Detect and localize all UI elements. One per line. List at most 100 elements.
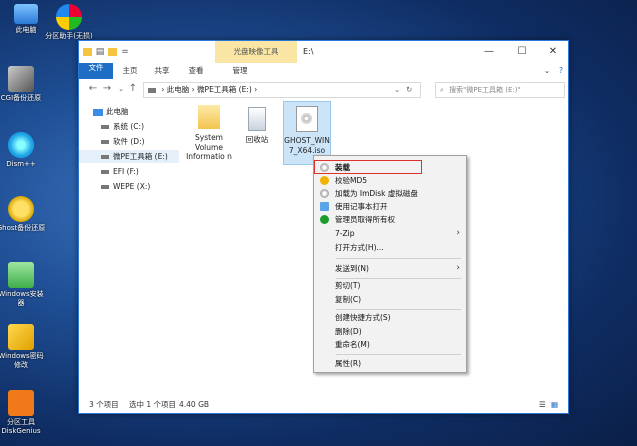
menu-item-delete[interactable]: 删除(D) — [314, 325, 466, 338]
recent-dropdown-icon[interactable]: ⌄ — [115, 82, 127, 96]
nav-item-drive-c[interactable]: 系统 (C:) — [79, 120, 179, 133]
selection-size: 4.40 GB — [179, 400, 210, 409]
desktop-icon-password[interactable]: Windows密码修改 — [0, 324, 46, 370]
tab-file[interactable]: 文件 — [79, 63, 113, 79]
partition-icon — [56, 4, 82, 30]
submenu-arrow-icon: › — [456, 228, 460, 238]
help-icon[interactable]: ? — [555, 63, 567, 79]
menu-item-open-with[interactable]: 打开方式(H)... — [314, 241, 466, 254]
address-path: › 此电脑 › 微PE工具箱 (E:) › — [161, 85, 258, 94]
menu-divider — [336, 309, 461, 310]
drive-icon — [101, 185, 109, 189]
context-tab-disc-image-tools[interactable]: 光盘映像工具 — [215, 41, 297, 63]
forward-button[interactable]: → — [101, 82, 113, 96]
file-item-recycle-bin[interactable]: 回收站 — [231, 103, 283, 145]
menu-item-take-ownership[interactable]: 管理员取得所有权 — [314, 213, 466, 226]
drive-icon — [101, 140, 109, 144]
up-button[interactable]: ↑ — [127, 82, 139, 96]
desktop-icon-label: CGI备份还原 — [0, 94, 42, 102]
nav-item-drive-d[interactable]: 软件 (D:) — [79, 135, 179, 148]
app-icon — [83, 48, 92, 56]
menu-item-7zip[interactable]: 7-Zip › — [314, 227, 466, 240]
ribbon-expand-icon[interactable]: ⌄ — [541, 63, 553, 79]
ribbon-tabs: 文件 主页 共享 查看 管理 ⌄ ? — [79, 63, 568, 80]
shield-check-icon — [320, 215, 329, 224]
menu-item-cut[interactable]: 剪切(T) — [314, 279, 466, 292]
desktop-icon-cgi[interactable]: CGI备份还原 — [0, 66, 46, 103]
menu-item-copy[interactable]: 复制(C) — [314, 293, 466, 306]
menu-item-send-to[interactable]: 发送到(N) › — [314, 262, 466, 275]
navigation-pane: 此电脑 系统 (C:) 软件 (D:) 微PE工具箱 (E:) EFI (F:)… — [79, 99, 179, 399]
status-bar: 3 个项目 选中 1 个项目 4.40 GB ☰ ▦ — [79, 397, 568, 413]
tab-view[interactable]: 查看 — [181, 63, 211, 79]
desktop-icon-dism[interactable]: Dism++ — [0, 132, 46, 169]
quick-access-toolbar: ▤ = — [83, 46, 130, 58]
nav-label: 微PE工具箱 (E:) — [113, 152, 168, 161]
tab-manage[interactable]: 管理 — [225, 63, 255, 79]
desktop-icon-diskgenius[interactable]: 分区工具DiskGenius — [0, 390, 46, 436]
file-label: GHOST_WIN7_X64.iso — [284, 136, 330, 155]
menu-divider — [336, 258, 461, 259]
close-button[interactable]: ✕ — [538, 41, 568, 63]
qat-dropdown-icon[interactable]: = — [120, 47, 130, 57]
nav-item-drive-x[interactable]: WEPE (X:) — [79, 180, 179, 193]
context-menu: 装载 校验MD5 加载为 ImDisk 虚拟磁盘 使用记事本打开 管理员取得所有… — [313, 155, 467, 373]
nav-item-drive-e[interactable]: 微PE工具箱 (E:) — [79, 150, 179, 163]
desktop-icon-partition-assistant[interactable]: 分区助手(无损) — [43, 4, 95, 41]
tab-share[interactable]: 共享 — [147, 63, 177, 79]
menu-item-properties[interactable]: 属性(R) — [314, 357, 466, 370]
nav-label: 此电脑 — [106, 107, 129, 116]
maximize-button[interactable]: ☐ — [507, 41, 537, 63]
file-label: 回收站 — [245, 135, 269, 144]
details-view-icon[interactable]: ☰ — [539, 397, 546, 413]
desktop-icon-label: Ghost备份还原 — [0, 224, 46, 232]
desktop-icon-label: Windows密码修改 — [0, 352, 44, 369]
drive-icon — [148, 87, 156, 93]
highlight-box — [314, 160, 422, 174]
ghost-icon — [8, 196, 34, 222]
disc-image-icon — [296, 106, 318, 132]
address-dropdown-icon[interactable]: ⌄ — [394, 83, 400, 97]
back-button[interactable]: ← — [87, 82, 99, 96]
title-bar[interactable]: ▤ = 光盘映像工具 E:\ — ☐ ✕ — [79, 41, 568, 63]
nav-item-this-pc[interactable]: 此电脑 — [79, 105, 179, 118]
drive-icon — [101, 155, 109, 159]
menu-item-create-shortcut[interactable]: 创建快捷方式(S) — [314, 311, 466, 324]
nav-label: EFI (F:) — [113, 167, 139, 176]
disk-icon — [320, 189, 329, 198]
desktop-icon-windows-installer[interactable]: Windows安装器 — [0, 262, 46, 308]
gear-icon — [8, 132, 34, 158]
properties-icon[interactable]: ▤ — [95, 47, 105, 57]
diskgenius-icon — [8, 390, 34, 416]
menu-item-verify-md5[interactable]: 校验MD5 — [314, 174, 466, 187]
menu-item-open-notepad[interactable]: 使用记事本打开 — [314, 200, 466, 213]
submenu-arrow-icon: › — [456, 263, 460, 273]
drive-icon — [101, 125, 109, 129]
search-placeholder: 搜索"微PE工具箱 (E:)" — [449, 86, 521, 94]
installer-icon — [8, 262, 34, 288]
tab-home[interactable]: 主页 — [115, 63, 145, 79]
address-row: ← → ⌄ ↑ › 此电脑 › 微PE工具箱 (E:) › ⌄ ↻ ⌕ 搜索"微… — [79, 79, 568, 99]
nav-label: WEPE (X:) — [113, 182, 151, 191]
window-title: E:\ — [303, 47, 314, 56]
new-folder-icon[interactable] — [108, 48, 117, 56]
desktop-icon-ghost[interactable]: Ghost备份还原 — [0, 196, 46, 233]
nav-item-drive-f[interactable]: EFI (F:) — [79, 165, 179, 178]
shield-icon — [320, 176, 329, 185]
notepad-icon — [320, 202, 329, 211]
nav-label: 软件 (D:) — [113, 137, 145, 146]
search-icon: ⌕ — [440, 86, 444, 94]
computer-icon — [14, 4, 38, 24]
menu-item-imdisk[interactable]: 加载为 ImDisk 虚拟磁盘 — [314, 187, 466, 200]
address-bar[interactable]: › 此电脑 › 微PE工具箱 (E:) › ⌄ ↻ — [143, 82, 421, 98]
refresh-icon[interactable]: ↻ — [406, 83, 412, 97]
selection-count: 选中 1 个项目 — [129, 400, 177, 409]
menu-item-rename[interactable]: 重命名(M) — [314, 338, 466, 351]
large-icons-view-icon[interactable]: ▦ — [551, 397, 558, 413]
tools-icon — [8, 66, 34, 92]
disc-icon — [301, 113, 312, 124]
folder-icon — [198, 105, 220, 129]
minimize-button[interactable]: — — [474, 41, 504, 63]
search-input[interactable]: ⌕ 搜索"微PE工具箱 (E:)" — [435, 82, 565, 98]
file-item-system-volume-information[interactable]: System Volume Informatio n — [182, 103, 236, 162]
